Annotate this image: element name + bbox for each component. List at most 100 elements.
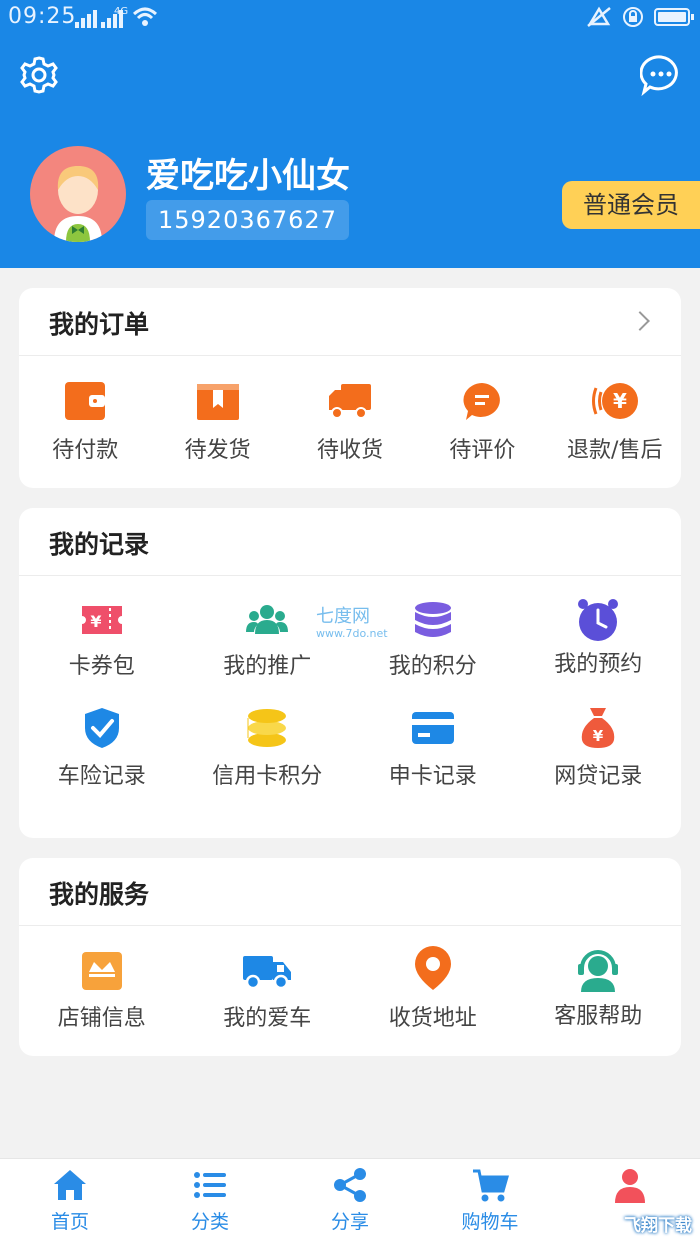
- record-label: 申卡记录: [388, 764, 477, 789]
- record-card-applications[interactable]: 申卡记录: [350, 706, 516, 836]
- service-label: 店铺信息: [57, 1006, 146, 1031]
- record-coupons[interactable]: ¥ 卡券包: [19, 576, 185, 706]
- customer-service-icon: [578, 950, 619, 992]
- service-shop-info[interactable]: 店铺信息: [19, 926, 185, 1032]
- location-pin-icon: [414, 946, 451, 990]
- username: 爱吃吃小仙女: [146, 156, 350, 196]
- alarm-clock-icon: [578, 599, 619, 641]
- delivery-truck-icon: [243, 956, 292, 990]
- service-label: 我的爱车: [223, 1006, 312, 1031]
- tab-label: 分享: [330, 1211, 369, 1233]
- order-pending-shipment[interactable]: 待发货: [151, 356, 283, 464]
- tab-cart[interactable]: 购物车: [420, 1159, 560, 1244]
- status-time: 09:25: [8, 4, 77, 29]
- shop-icon: [81, 952, 122, 990]
- tab-home[interactable]: 首页: [0, 1159, 140, 1244]
- orders-header[interactable]: 我的订单: [19, 288, 681, 356]
- records-card: 我的记录 ¥ 卡券包 我的推广 我的积分 我的预约 车险记录 信用卡积分 申卡记…: [19, 508, 681, 838]
- record-label: 我的积分: [388, 654, 477, 679]
- record-label: 卡券包: [68, 654, 135, 679]
- record-promotion[interactable]: 我的推广: [185, 576, 351, 706]
- phone-number: 15920367627: [146, 200, 349, 240]
- order-label: 待收货: [316, 438, 383, 463]
- database-icon: [414, 602, 451, 637]
- record-label: 我的推广: [223, 654, 312, 679]
- home-icon: [54, 1170, 86, 1200]
- order-label: 待发货: [184, 438, 251, 463]
- service-shipping-address[interactable]: 收货地址: [350, 926, 516, 1032]
- order-label: 待付款: [52, 438, 119, 463]
- share-icon: [334, 1168, 366, 1202]
- service-customer-help[interactable]: 客服帮助: [516, 926, 682, 1032]
- status-bar: 09:25 4G: [0, 0, 700, 36]
- services-title: 我的服务: [49, 880, 150, 909]
- orders-grid: 待付款 待发货 待收货 待评价 ¥ 退款/售后: [19, 356, 681, 464]
- avatar-illustration: [54, 166, 102, 242]
- tab-label: 分类: [190, 1211, 229, 1233]
- mute-icon: [587, 6, 611, 27]
- record-label: 车险记录: [57, 764, 146, 789]
- record-points[interactable]: 我的积分: [350, 576, 516, 706]
- corner-watermark: 飞翔下载: [624, 1216, 692, 1236]
- group-icon: [246, 605, 289, 634]
- tab-share[interactable]: 分享: [280, 1159, 420, 1244]
- comment-icon: [463, 383, 501, 420]
- record-credit-card-points[interactable]: 信用卡积分: [185, 706, 351, 836]
- record-car-insurance[interactable]: 车险记录: [19, 706, 185, 836]
- truck-icon: [328, 384, 371, 419]
- watermark: 七度网 www.7do.net: [316, 606, 388, 640]
- credit-card-icon: [411, 712, 454, 744]
- records-header: 我的记录: [19, 508, 681, 576]
- cart-icon: [473, 1169, 509, 1202]
- tab-label: 首页: [50, 1211, 89, 1233]
- svg-text:¥: ¥: [593, 727, 604, 745]
- gear-icon[interactable]: [18, 54, 60, 96]
- signal-2-icon: [101, 10, 123, 28]
- avatar[interactable]: [30, 146, 126, 242]
- coupon-icon: ¥: [81, 606, 122, 634]
- coins-icon: [247, 709, 287, 747]
- money-bag-icon: ¥: [582, 708, 615, 748]
- bottom-tab-bar: 首页 分类 分享 购物车: [0, 1158, 700, 1244]
- records-title: 我的记录: [49, 530, 150, 559]
- record-label: 我的预约: [554, 652, 643, 677]
- battery-icon: [654, 8, 694, 26]
- profile-icon: [615, 1169, 645, 1203]
- lock-rotation-icon: [623, 7, 643, 27]
- services-card: 我的服务 店铺信息 我的爱车 收货地址 客服帮助: [19, 858, 681, 1056]
- box-icon: [196, 384, 239, 420]
- tab-label: 购物车: [461, 1211, 519, 1233]
- chevron-right-icon[interactable]: [630, 311, 650, 331]
- order-refund-aftersales[interactable]: ¥ 退款/售后: [549, 356, 681, 464]
- record-appointments[interactable]: 我的预约: [516, 576, 682, 706]
- orders-title: 我的订单: [49, 310, 150, 339]
- svg-text:¥: ¥: [613, 389, 627, 413]
- record-label: 信用卡积分: [212, 764, 323, 789]
- watermark-url: www.7do.net: [316, 627, 388, 640]
- wifi-icon: [132, 7, 158, 26]
- chat-bubble-icon[interactable]: [640, 54, 682, 96]
- order-label: 退款/售后: [567, 438, 663, 463]
- services-header: 我的服务: [19, 858, 681, 926]
- order-pending-receipt[interactable]: 待收货: [284, 356, 416, 464]
- svg-text:¥: ¥: [90, 612, 101, 631]
- tab-categories[interactable]: 分类: [140, 1159, 280, 1244]
- signal-icon: [75, 10, 97, 28]
- shield-check-icon: [84, 708, 119, 748]
- wallet-icon: [65, 382, 106, 420]
- service-my-car[interactable]: 我的爱车: [185, 926, 351, 1032]
- member-level-badge[interactable]: 普通会员: [562, 181, 700, 229]
- record-label: 网贷记录: [554, 764, 643, 789]
- refund-icon: ¥: [591, 383, 638, 419]
- services-grid: 店铺信息 我的爱车 收货地址 客服帮助: [19, 926, 681, 1032]
- profile-header: 09:25 4G: [0, 0, 700, 268]
- orders-card: 我的订单 待付款 待发货 待收货 待评价 ¥ 退款/售后: [19, 288, 681, 488]
- order-label: 待评价: [449, 438, 516, 463]
- order-pending-payment[interactable]: 待付款: [19, 356, 151, 464]
- watermark-name: 七度网: [316, 606, 370, 627]
- order-pending-review[interactable]: 待评价: [416, 356, 548, 464]
- record-online-loans[interactable]: ¥ 网贷记录: [516, 706, 682, 836]
- list-icon: [194, 1172, 226, 1198]
- service-label: 收货地址: [388, 1006, 477, 1031]
- service-label: 客服帮助: [554, 1004, 643, 1029]
